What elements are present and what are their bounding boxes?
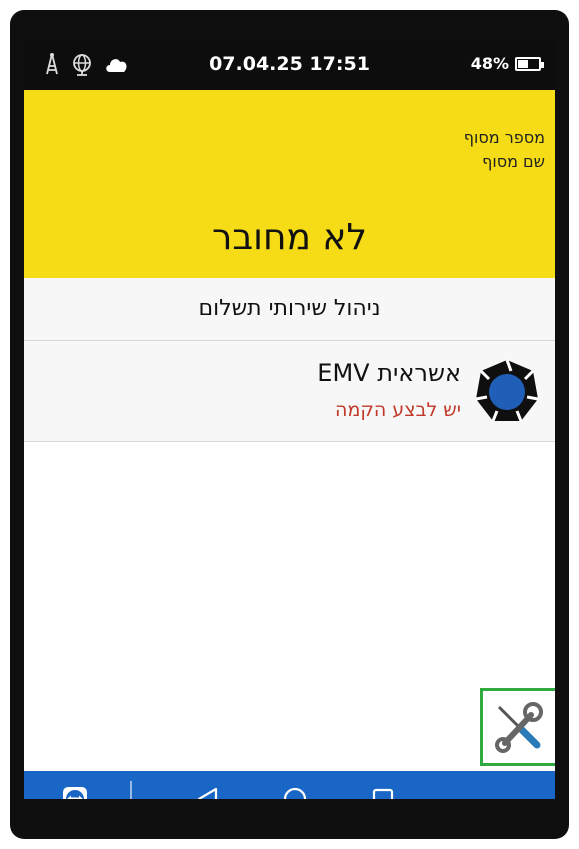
status-bar: 07.04.25 17:51 48%	[24, 40, 555, 90]
payment-services-title: ניהול שירותי תשלום	[24, 278, 555, 341]
home-icon	[283, 787, 307, 799]
connection-status: לא מחובר	[212, 217, 367, 258]
tools-wrench-screwdriver-icon	[495, 702, 543, 753]
service-status: יש לבצע הקמה	[335, 399, 461, 421]
terminal-name-label: שם מסוף	[482, 152, 545, 171]
recents-button[interactable]	[368, 784, 398, 799]
tools-button[interactable]	[480, 688, 555, 766]
navigation-bar	[24, 771, 555, 799]
back-button[interactable]	[193, 784, 223, 799]
service-item-emv[interactable]: אשראית EMV יש לבצע הקמה	[24, 341, 555, 442]
back-icon	[197, 787, 218, 799]
battery-percent: 48%	[470, 54, 509, 73]
teamviewer-button[interactable]	[60, 784, 90, 799]
nav-separator	[130, 781, 132, 799]
teamviewer-icon	[63, 787, 87, 799]
service-name: אשראית EMV	[317, 359, 461, 387]
recents-icon	[372, 788, 394, 799]
screen: 07.04.25 17:51 48% מספר מסוף שם מסוף לא …	[24, 40, 555, 799]
emv-logo-icon	[475, 359, 539, 422]
battery-icon	[515, 56, 544, 71]
terminal-number-label: מספר מסוף	[463, 128, 545, 147]
device-frame: 07.04.25 17:51 48% מספר מסוף שם מסוף לא …	[10, 10, 569, 839]
home-button[interactable]	[280, 784, 310, 799]
terminal-header: מספר מסוף שם מסוף לא מחובר	[24, 90, 555, 278]
battery-indicator: 48%	[470, 54, 544, 73]
